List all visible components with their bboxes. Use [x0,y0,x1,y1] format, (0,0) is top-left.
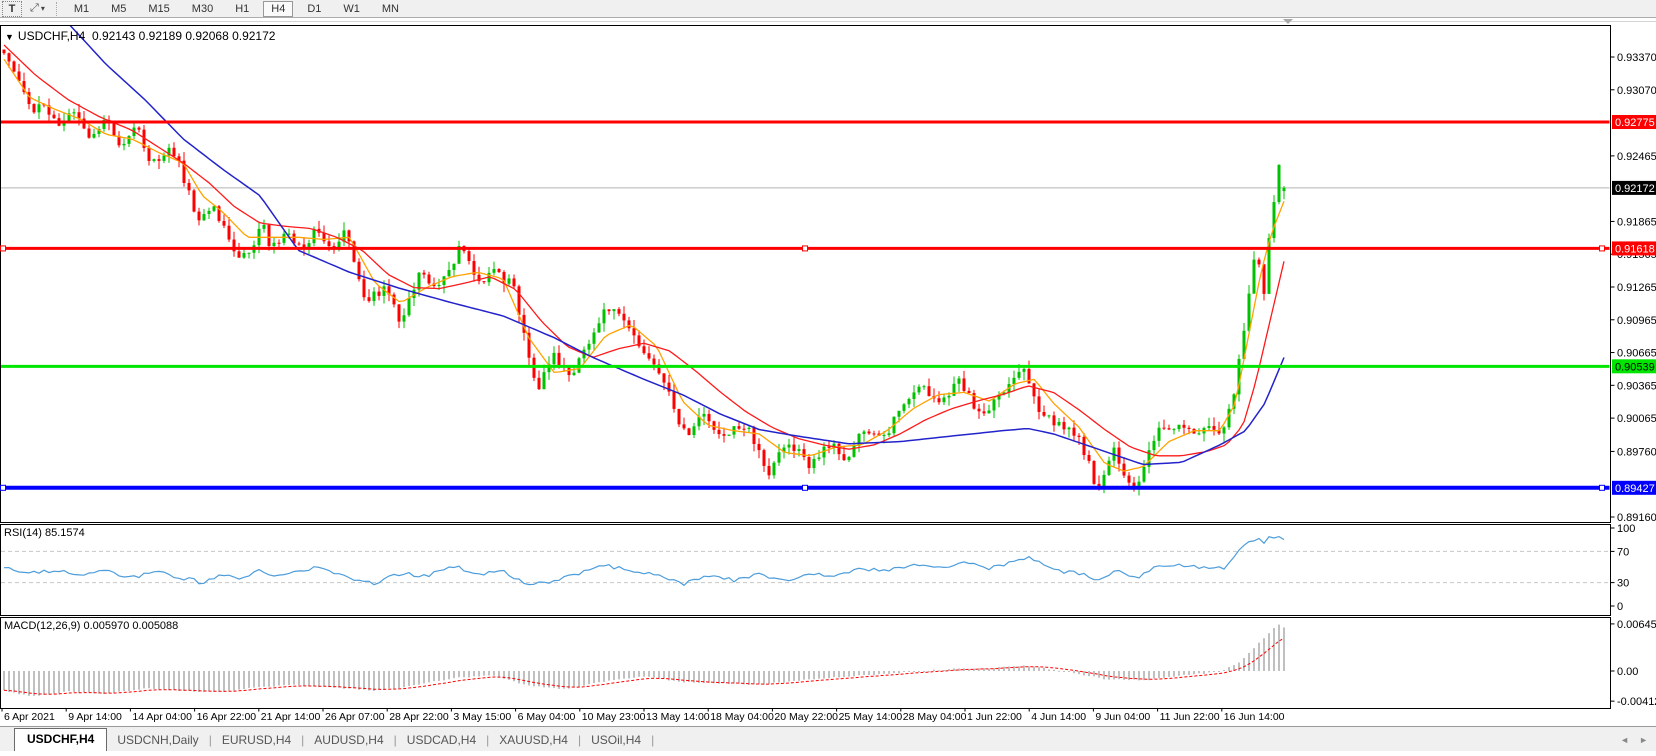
timeframe-button-m30[interactable]: M30 [184,1,221,17]
timeframe-button-m1[interactable]: M1 [66,1,97,17]
price-tick-label: 0.90365 [1617,380,1656,392]
chart-tabs-bar: USDCHF,H4USDCNH,Daily|EURUSD,H4|AUDUSD,H… [0,726,1656,751]
chart-ohlc-values: 0.92143 0.92189 0.92068 0.92172 [92,29,276,43]
timeframe-button-w1[interactable]: W1 [335,1,368,17]
time-axis[interactable]: 6 Apr 2021 9 Apr 14:00 14 Apr 04:00 16 Apr … [2,709,1285,724]
rsi-scale-label: 30 [1617,578,1629,590]
date-tick-label: 26 Apr 07:00 [325,711,385,723]
price-tick-label: 0.90965 [1617,315,1656,327]
tab-usdcnh-daily[interactable]: USDCNH,Daily [107,730,208,751]
timeframe-button-mn[interactable]: MN [374,1,407,17]
rsi-indicator-label: RSI(14) 85.1574 [4,527,85,539]
date-tick-label: 28 May 04:00 [903,711,967,723]
date-tick-label: 9 Jun 04:00 [1095,711,1150,723]
timeframe-button-h1[interactable]: H1 [227,1,257,17]
macd-panel[interactable] [1,618,1611,709]
rsi-scale-label: 100 [1617,523,1635,535]
support-line-blue-handle[interactable] [803,485,808,490]
date-tick-label: 21 Apr 14:00 [261,711,321,723]
date-tick-label: 16 Jun 14:00 [1224,711,1285,723]
chart-symbol-period: USDCHF,H4 [18,29,85,43]
price-tick-label: 0.93070 [1617,85,1656,97]
price-axis[interactable]: 0.933700.930700.924650.918650.915650.912… [1611,52,1656,708]
tab-audusd-h4[interactable]: AUDUSD,H4 [304,730,393,751]
rsi-scale-label: 0 [1617,601,1623,613]
date-tick-label: 20 May 22:00 [774,711,838,723]
price-tick-label: 0.91865 [1617,216,1656,228]
tab-next-icon[interactable]: ► [1639,735,1648,745]
tab-separator: | [651,733,654,751]
arrows-tool-icon: ⤢ [30,2,39,15]
date-tick-label: 9 Apr 14:00 [68,711,122,723]
macd-scale-label: -0.004129 [1617,696,1656,708]
current-price-tag-text: 0.92172 [1615,183,1655,195]
tab-prev-icon[interactable]: ◄ [1620,735,1629,745]
price-tick-label: 0.93370 [1617,52,1656,64]
chart-title: ▼ USDCHF,H4 0.92143 0.92189 0.92068 0.921… [5,29,275,43]
timeframe-button-m15[interactable]: M15 [140,1,177,17]
chart-dropdown-icon[interactable]: ▼ [5,32,14,42]
date-tick-label: 10 May 23:00 [582,711,646,723]
price-tag-0.91618-text: 0.91618 [1615,243,1655,255]
timeframe-button-h4[interactable]: H4 [263,1,293,17]
arrows-tool-button[interactable]: ⤢ ▾ [25,1,50,16]
macd-indicator-label: MACD(12,26,9) 0.005970 0.005088 [4,620,178,632]
resistance-line-lower-handle[interactable] [1,246,6,251]
resistance-line-lower-handle[interactable] [803,246,808,251]
date-tick-label: 18 May 04:00 [710,711,774,723]
date-tick-label: 25 May 14:00 [839,711,903,723]
timeframe-toolbar: M1 M5 M15 M30 H1 H4 D1 W1 MN [66,1,407,17]
timeframe-button-d1[interactable]: D1 [299,1,329,17]
price-tick-label: 0.90665 [1617,348,1656,360]
date-tick-label: 6 May 04:00 [518,711,576,723]
tab-navigation: ◄ ► [1620,735,1648,745]
date-tick-label: 16 Apr 22:00 [197,711,257,723]
tab-eurusd-h4[interactable]: EURUSD,H4 [212,730,301,751]
price-tag-0.92775-text: 0.92775 [1615,117,1655,129]
resistance-line-lower-handle[interactable] [1600,246,1605,251]
date-tick-label: 6 Apr 2021 [4,711,55,723]
date-tick-label: 11 Jun 22:00 [1160,711,1220,723]
chart-area[interactable]: 0.933700.930700.924650.918650.915650.912… [0,0,1656,751]
toolbar: T ⤢ ▾ M1 M5 M15 M30 H1 H4 D1 W1 MN [0,0,1656,18]
tab-usoil-h4[interactable]: USOil,H4 [581,730,651,751]
text-tool-button[interactable]: T [2,1,22,17]
chevron-down-icon: ▾ [41,4,45,13]
date-tick-label: 4 Jun 14:00 [1031,711,1086,723]
date-tick-label: 14 Apr 04:00 [132,711,192,723]
support-line-blue-handle[interactable] [1600,485,1605,490]
macd-scale-label: 0.00 [1617,666,1638,678]
price-tag-0.90539-text: 0.90539 [1615,361,1655,373]
price-tick-label: 0.90065 [1617,413,1656,425]
price-tick-label: 0.91265 [1617,282,1656,294]
toolbar-separator [56,2,58,16]
date-tick-label: 28 Apr 22:00 [389,711,449,723]
date-tick-label: 1 Jun 22:00 [967,711,1022,723]
tab-usdchf-h4[interactable]: USDCHF,H4 [14,728,107,751]
date-tick-label: 13 May 14:00 [646,711,710,723]
date-tick-label: 3 May 15:00 [453,711,511,723]
price-tick-label: 0.89760 [1617,446,1656,458]
price-tag-0.89427-text: 0.89427 [1615,483,1655,495]
main-chart-panel[interactable] [1,26,1611,523]
price-tick-label: 0.92465 [1617,151,1656,163]
rsi-scale-label: 70 [1617,546,1629,558]
rsi-panel[interactable] [1,525,1611,616]
macd-scale-label: 0.006451 [1617,619,1656,631]
tab-xauusd-h4[interactable]: XAUUSD,H4 [489,730,578,751]
tab-usdcad-h4[interactable]: USDCAD,H4 [397,730,486,751]
timeframe-button-m5[interactable]: M5 [103,1,134,17]
support-line-blue-handle[interactable] [1,485,6,490]
